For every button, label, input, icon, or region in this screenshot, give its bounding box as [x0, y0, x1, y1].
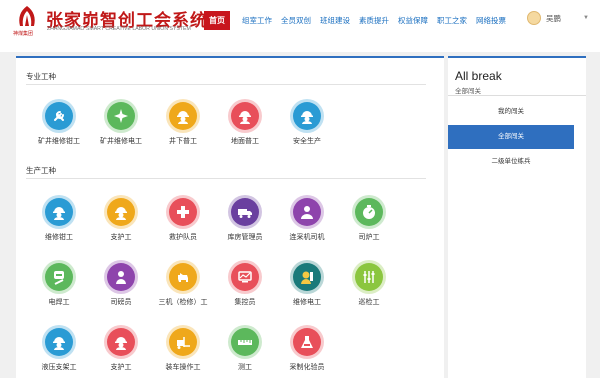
job-tile-label: 矿井维修钳工	[38, 138, 80, 145]
chevron-down-icon[interactable]: ▼	[583, 15, 589, 21]
nav-group-work[interactable]: 组室工作	[242, 15, 272, 26]
job-tile[interactable]: 巡检工	[340, 260, 398, 308]
job-tile-label: 集控员	[234, 299, 256, 306]
job-category-panel: 专业工种 矿井维修钳工 矿井维修电工 井下普工 地面普工 安全生产 生产工种 维修钳工支…	[16, 56, 444, 378]
user-name: 吴鹏	[546, 13, 561, 23]
spark-icon	[104, 99, 138, 133]
truck-icon	[228, 195, 262, 229]
avatar	[527, 11, 541, 25]
wrench-icon	[42, 99, 76, 133]
job-tile[interactable]: 地面普工	[216, 99, 274, 147]
worker-icon	[104, 325, 138, 359]
nav-home[interactable]: 首页	[204, 10, 230, 30]
divider	[26, 84, 426, 85]
job-tile[interactable]: 维修电工	[278, 260, 336, 308]
job-tile-label: 支护工	[110, 234, 132, 241]
job-tile-label: 连采机司机	[289, 234, 325, 241]
job-tile-label: 矿井维修电工	[100, 138, 142, 145]
sidebar-subtitle: 全部闯关	[455, 88, 481, 95]
nav-team-building[interactable]: 班组建设	[320, 15, 350, 26]
job-tile[interactable]: 安全生产	[278, 99, 336, 147]
nav-voting[interactable]: 网络投票	[476, 15, 506, 26]
job-tile-label: 司炉工	[358, 234, 380, 241]
job-tile-label: 井下普工	[169, 138, 197, 145]
nav-rights[interactable]: 权益保障	[398, 15, 428, 26]
welder-icon	[42, 260, 76, 294]
worker-icon	[228, 99, 262, 133]
monitor-icon	[228, 260, 262, 294]
job-tile[interactable]: 连采机司机	[278, 195, 336, 243]
worker-icon	[42, 195, 76, 229]
divider	[26, 178, 426, 179]
logo-caption: 神煤集团	[13, 31, 34, 37]
job-tile[interactable]: 三机（检修）工	[154, 260, 212, 308]
job-tile[interactable]: 装车操作工	[154, 325, 212, 373]
logo-icon	[19, 6, 35, 26]
challenge-sidebar: All break 全部闯关 我的闯关 全部闯关 二级单位练兵	[448, 56, 586, 378]
job-tile-label: 安全生产	[293, 138, 321, 145]
job-tile[interactable]: 维修钳工	[30, 195, 88, 243]
job-tile-label: 液压支架工	[41, 364, 77, 371]
job-tile[interactable]: 井下普工	[154, 99, 212, 147]
flask-icon	[290, 325, 324, 359]
job-tile[interactable]: 矿井维修钳工	[30, 99, 88, 147]
section-title-production: 生产工种	[26, 166, 56, 175]
job-tile[interactable]: 司炉工	[340, 195, 398, 243]
nav-innovation[interactable]: 全员双创	[281, 15, 311, 26]
job-tile-label: 采制化验员	[289, 364, 325, 371]
medic-cross-icon	[166, 195, 200, 229]
job-tile[interactable]: 采制化验员	[278, 325, 336, 373]
driver-icon	[290, 195, 324, 229]
divider	[448, 95, 586, 96]
worker-icon	[290, 99, 324, 133]
person-icon	[104, 260, 138, 294]
system-subtitle: ZHANGJIAMAO SMART CREATIVE LABOR UNION S…	[47, 26, 191, 32]
user-menu[interactable]: 吴鹏 ▼	[527, 11, 589, 25]
job-tile[interactable]: 测工	[216, 325, 274, 373]
job-tile-label: 救护队员	[169, 234, 197, 241]
sidebar-item-unit-training[interactable]: 二级单位练兵	[448, 150, 574, 174]
job-tile[interactable]: 矿井维修电工	[92, 99, 150, 147]
job-tile[interactable]: 液压支架工	[30, 325, 88, 373]
nav-quality[interactable]: 素质提升	[359, 15, 389, 26]
section-title-professional: 专业工种	[26, 72, 56, 81]
job-tile[interactable]: 库房管理员	[216, 195, 274, 243]
nav-home-of-workers[interactable]: 职工之家	[437, 15, 467, 26]
worker-icon	[166, 99, 200, 133]
job-tile[interactable]: 支护工	[92, 325, 150, 373]
sidebar-item-all-challenges[interactable]: 全部闯关	[448, 125, 574, 149]
job-tile-label: 库房管理员	[227, 234, 263, 241]
worker-icon	[104, 195, 138, 229]
forklift-icon	[166, 325, 200, 359]
electrician-icon	[290, 260, 324, 294]
ruler-icon	[228, 325, 262, 359]
sidebar-item-my-challenges[interactable]: 我的闯关	[448, 100, 574, 124]
main-nav: 首页 组室工作 全员双创 班组建设 素质提升 权益保障 职工之家 网络投票	[204, 10, 515, 30]
worker-icon	[42, 325, 76, 359]
animal-icon	[166, 260, 200, 294]
job-tile[interactable]: 救护队员	[154, 195, 212, 243]
job-tile[interactable]: 集控员	[216, 260, 274, 308]
job-tile-label: 测工	[238, 364, 252, 371]
job-tile-label: 支护工	[110, 364, 132, 371]
job-tile-label: 维修钳工	[45, 234, 73, 241]
job-tile-label: 装车操作工	[165, 364, 201, 371]
job-tile[interactable]: 司磅员	[92, 260, 150, 308]
job-tile[interactable]: 电焊工	[30, 260, 88, 308]
job-tile-label: 巡检工	[358, 299, 380, 306]
job-tile-label: 地面普工	[231, 138, 259, 145]
job-tile-label: 三机（检修）工	[158, 299, 208, 306]
equalizer-icon	[352, 260, 386, 294]
job-tile-label: 电焊工	[48, 299, 70, 306]
gauge-icon	[352, 195, 386, 229]
sidebar-title: All break	[455, 69, 502, 83]
job-tile-label: 司磅员	[110, 299, 132, 306]
job-tile-label: 维修电工	[293, 299, 321, 306]
job-tile[interactable]: 支护工	[92, 195, 150, 243]
top-header: 神煤集团 张家峁智创工会系统 ZHANGJIAMAO SMART CREATIV…	[0, 0, 600, 52]
